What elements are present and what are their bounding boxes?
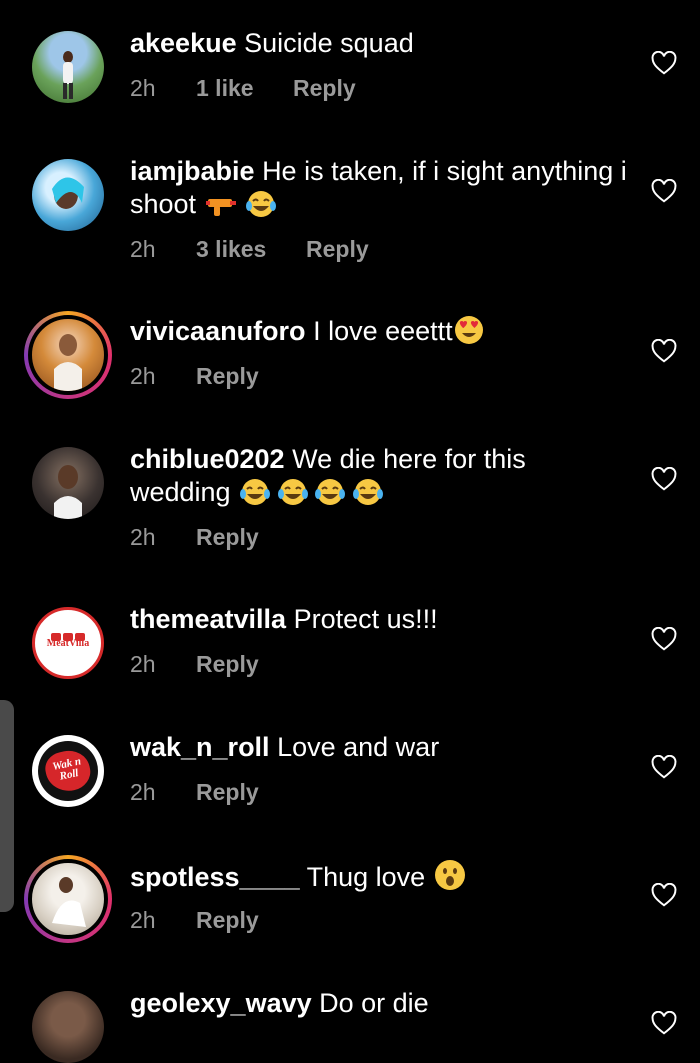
comment-body: Do or die <box>319 988 429 1018</box>
heart-icon[interactable] <box>651 339 677 363</box>
comment-username[interactable]: iamjbabie <box>130 156 255 186</box>
comment-text: chiblue0202 We die here for this wedding <box>130 443 630 514</box>
comment-body: Love and war <box>277 732 440 762</box>
comment-username[interactable]: wak_n_roll <box>130 732 270 762</box>
gun-icon <box>204 192 238 226</box>
heart-icon[interactable] <box>651 755 677 779</box>
comment-text: akeekue Suicide squad <box>130 27 630 60</box>
comment-time: 2h <box>130 363 156 389</box>
laughing-crying-emoji-icon <box>313 478 347 514</box>
comment-time: 2h <box>130 651 156 677</box>
comment-username[interactable]: geolexy_wavy <box>130 988 312 1018</box>
heart-icon[interactable] <box>651 51 677 75</box>
comment-text: vivicaanuforo I love eeettt <box>130 315 630 353</box>
reply-button[interactable]: Reply <box>196 524 259 551</box>
comment-meta: 2h 3 likes Reply <box>130 236 369 263</box>
comment-text: iamjbabie He is taken, if i sight anythi… <box>130 155 630 226</box>
reply-button[interactable]: Reply <box>293 75 356 102</box>
comment-username[interactable]: vivicaanuforo <box>130 316 306 346</box>
reply-button[interactable]: Reply <box>196 651 259 678</box>
heart-icon[interactable] <box>651 179 677 203</box>
reply-button[interactable]: Reply <box>196 779 259 806</box>
laughing-crying-emoji-group <box>238 477 385 507</box>
scroll-handle[interactable] <box>0 700 14 912</box>
laughing-crying-emoji-icon <box>351 478 385 514</box>
comment-body: Protect us!!! <box>293 604 438 634</box>
heart-icon[interactable] <box>651 1011 677 1035</box>
reply-button[interactable]: Reply <box>196 363 259 390</box>
laughing-crying-emoji-icon <box>245 190 277 226</box>
avatar[interactable]: MeatVilla <box>32 607 104 679</box>
heart-icon[interactable] <box>651 883 677 907</box>
comment-body: Thug love <box>306 862 426 892</box>
comment-meta: 2h Reply <box>130 779 259 806</box>
heart-icon[interactable] <box>651 627 677 651</box>
avatar[interactable] <box>32 159 104 231</box>
avatar[interactable]: Wak n Roll <box>32 735 104 807</box>
avatar[interactable] <box>24 855 112 943</box>
comment-text: themeatvilla Protect us!!! <box>130 603 630 636</box>
laughing-crying-emoji-icon <box>276 478 310 514</box>
comment-text: spotless____ Thug love <box>130 859 630 899</box>
comment-username[interactable]: chiblue0202 <box>130 444 285 474</box>
comment-text: wak_n_roll Love and war <box>130 731 630 764</box>
comment-meta: 2h Reply <box>130 907 259 934</box>
comment-text: geolexy_wavy Do or die <box>130 987 630 1020</box>
heart-icon[interactable] <box>651 467 677 491</box>
likes-count[interactable]: 3 likes <box>196 236 306 263</box>
comment-time: 2h <box>130 236 156 262</box>
avatar-logo-text: MeatVilla <box>46 638 90 649</box>
comment-time: 2h <box>130 779 156 805</box>
comment-body: I love eeettt <box>313 316 453 346</box>
laughing-crying-emoji-icon <box>238 478 272 514</box>
avatar[interactable] <box>32 31 104 103</box>
comment-meta: 2h Reply <box>130 524 259 551</box>
likes-count[interactable]: 1 like <box>196 75 293 102</box>
avatar[interactable] <box>32 991 104 1063</box>
comment-username[interactable]: akeekue <box>130 28 237 58</box>
comment-meta: 2h 1 like Reply <box>130 75 356 102</box>
avatar[interactable] <box>32 447 104 519</box>
avatar[interactable] <box>24 311 112 399</box>
comment-body: Suicide squad <box>244 28 414 58</box>
reply-button[interactable]: Reply <box>196 907 259 934</box>
comment-time: 2h <box>130 75 156 101</box>
comment-meta: 2h Reply <box>130 651 259 678</box>
comment-time: 2h <box>130 907 156 933</box>
comment-username[interactable]: themeatvilla <box>130 604 286 634</box>
reply-button[interactable]: Reply <box>306 236 369 263</box>
comment-username[interactable]: spotless____ <box>130 862 300 892</box>
heart-eyes-emoji-icon <box>453 315 485 353</box>
comment-time: 2h <box>130 524 156 550</box>
comment-meta: 2h Reply <box>130 363 259 390</box>
surprised-emoji-icon <box>433 859 467 899</box>
